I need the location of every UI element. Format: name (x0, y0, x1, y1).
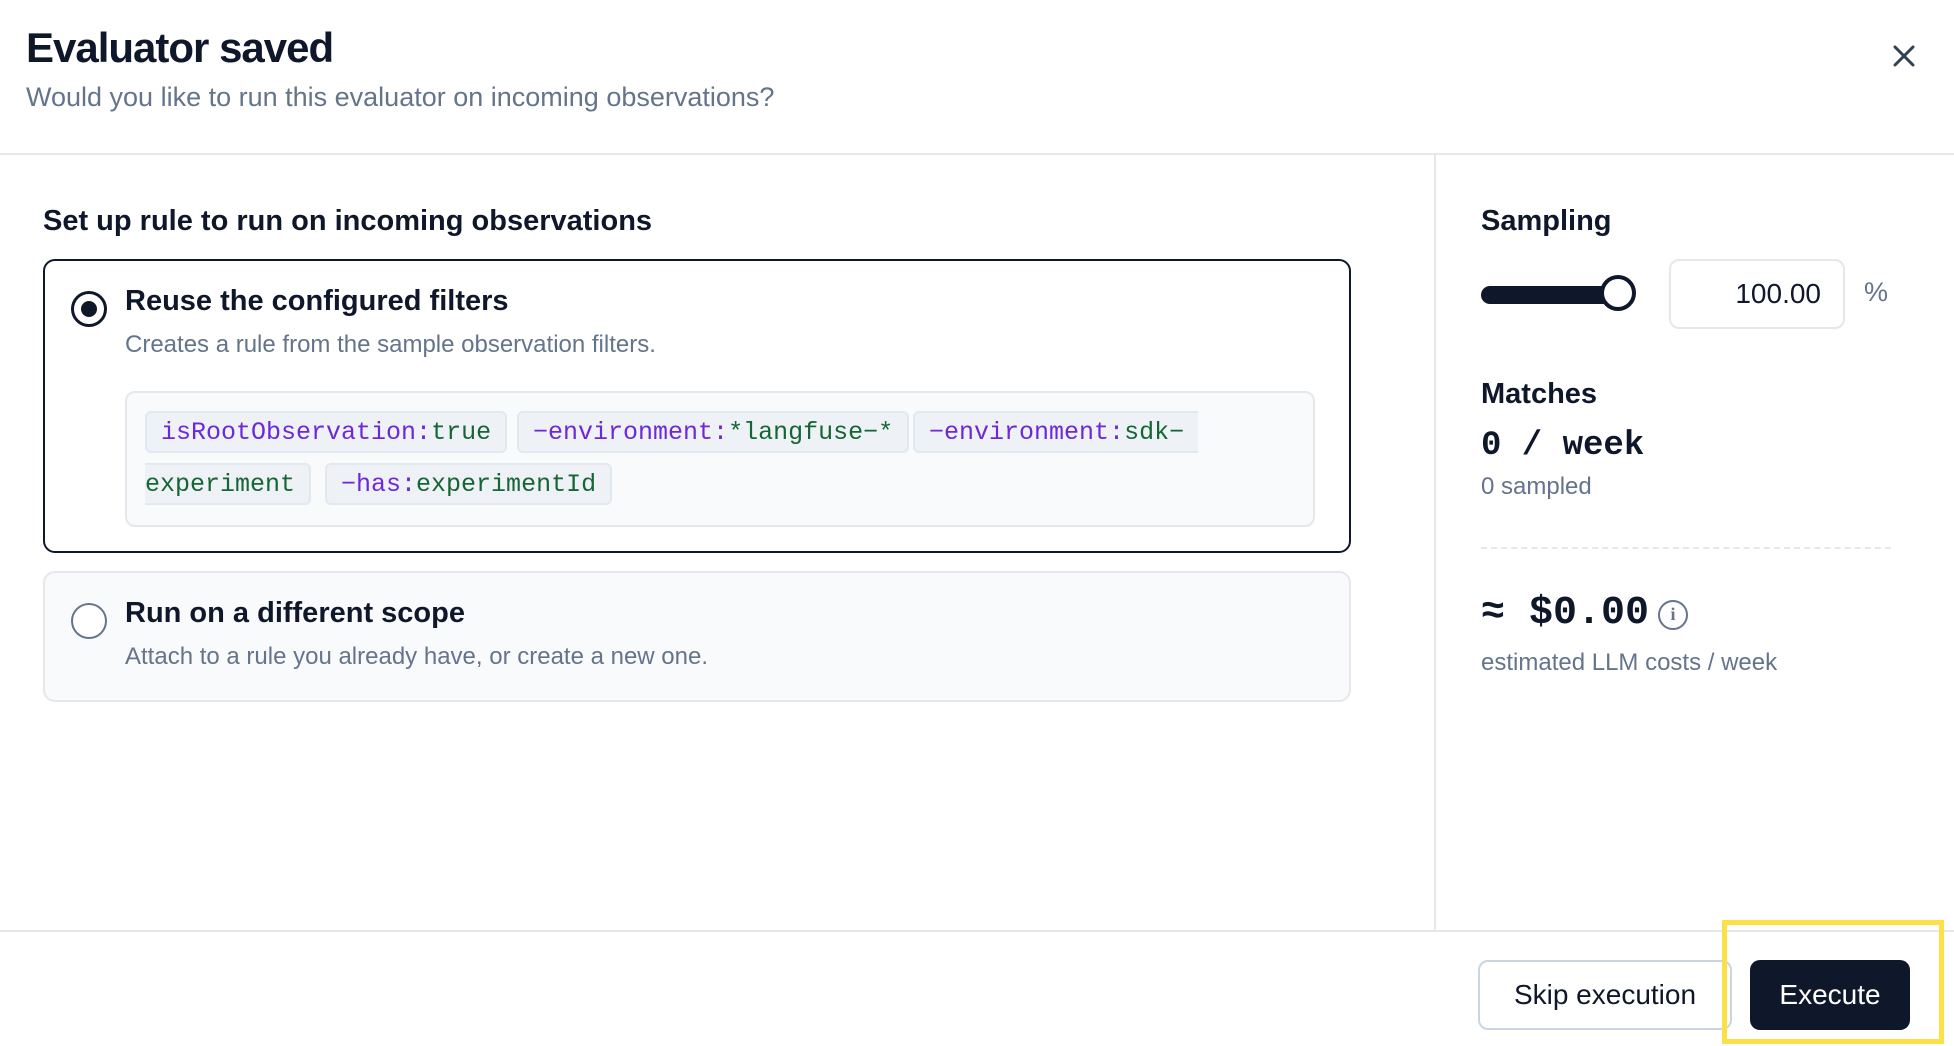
option-description: Creates a rule from the sample observati… (125, 331, 656, 358)
option-different-scope[interactable]: Run on a different scope Attach to a rul… (43, 571, 1351, 702)
cost-label: estimated LLM costs / week (1481, 649, 1778, 676)
dialog-subtitle: Would you like to run this evaluator on … (26, 82, 775, 112)
option-reuse-filters[interactable]: Reuse the configured filters Creates a r… (43, 259, 1351, 553)
filter-prefix: − (929, 418, 945, 447)
sampling-label: Sampling (1481, 205, 1612, 237)
filter-chip: −environment:*langfuse−* (517, 411, 910, 453)
radio-reuse-filters[interactable] (71, 291, 107, 327)
matches-sampled: 0 sampled (1481, 473, 1592, 500)
close-icon (1893, 45, 1915, 67)
filter-key: isRootObservation (161, 418, 417, 447)
filter-sep: : (1109, 418, 1125, 447)
filter-value: true (431, 418, 492, 447)
filter-prefix: − (533, 418, 549, 447)
dialog-header: Evaluator saved Would you like to run th… (0, 0, 1954, 155)
filter-chip: −environment:sdk− (913, 411, 1199, 453)
filter-sep: : (401, 470, 417, 499)
sampling-sidebar: Sampling % Matches 0 / week 0 sampled ≈ … (1434, 155, 1954, 930)
cost-value: ≈ $0.00 (1481, 591, 1650, 636)
matches-value: 0 / week (1481, 427, 1645, 465)
filter-prefix: − (341, 470, 357, 499)
filter-key: has (356, 470, 402, 499)
filter-sep: : (713, 418, 729, 447)
execute-button[interactable]: Execute (1750, 960, 1910, 1030)
option-title: Run on a different scope (125, 597, 465, 629)
filter-chip: −has:experimentId (325, 463, 613, 505)
section-title: Set up rule to run on incoming observati… (43, 205, 653, 237)
option-description: Attach to a rule you already have, or cr… (125, 643, 709, 670)
filter-value: sdk− (1124, 418, 1185, 447)
sampling-slider-thumb[interactable] (1600, 275, 1636, 311)
option-title: Reuse the configured filters (125, 285, 509, 317)
filter-value: *langfuse−* (728, 418, 894, 447)
filter-key: environment (944, 418, 1110, 447)
filter-sep: : (416, 418, 432, 447)
skip-execution-button[interactable]: Skip execution (1478, 960, 1732, 1030)
radio-different-scope[interactable] (71, 603, 107, 639)
filter-chip: isRootObservation:true (145, 411, 508, 453)
percent-unit: % (1864, 277, 1889, 307)
matches-label: Matches (1481, 378, 1598, 410)
divider (1481, 547, 1891, 549)
filter-list: isRootObservation:true −environment:*lan… (125, 391, 1315, 527)
filter-value: experimentId (416, 470, 597, 499)
info-icon[interactable]: i (1658, 600, 1688, 630)
close-button[interactable] (1884, 36, 1924, 76)
dialog-footer: Skip execution Execute (0, 930, 1954, 1046)
dialog-title: Evaluator saved (26, 24, 334, 71)
filter-chip-continued: experiment (145, 463, 312, 505)
filter-value: experiment (145, 470, 296, 499)
rule-setup-panel: Set up rule to run on incoming observati… (0, 155, 1434, 930)
sampling-percent-input[interactable] (1669, 259, 1845, 329)
filter-key: environment (548, 418, 714, 447)
